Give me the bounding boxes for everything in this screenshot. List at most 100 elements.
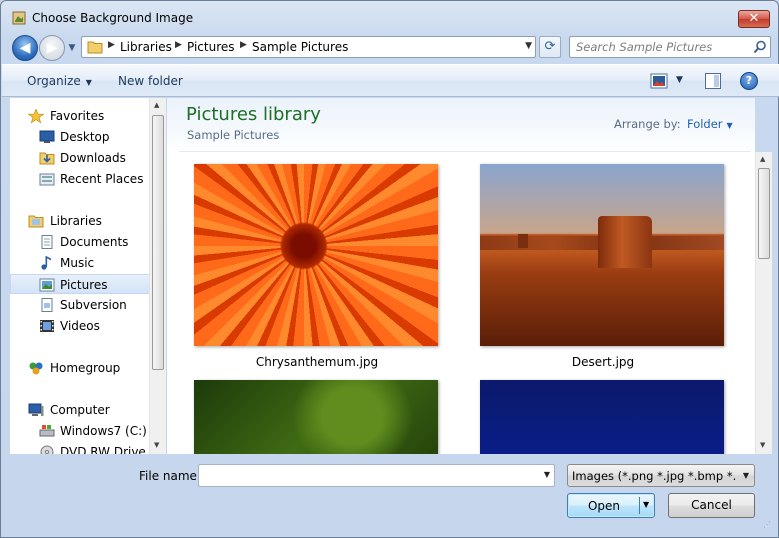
sidebar-item-label: Libraries: [50, 214, 102, 228]
search-input[interactable]: [576, 39, 746, 55]
image-thumbnail[interactable]: [194, 164, 438, 346]
sidebar-item-label: Windows7 (C:): [60, 424, 147, 438]
scroll-up-icon[interactable]: ▲: [154, 101, 159, 109]
file-type-value: Images (*.png *.jpg *.bmp *.gif: [572, 469, 736, 483]
dvd-drive-icon: [40, 445, 54, 454]
subversion-icon: [41, 298, 53, 312]
sidebar-item-music[interactable]: Music: [10, 253, 150, 273]
breadcrumb-sample-pictures[interactable]: Sample Pictures: [252, 40, 348, 54]
new-folder-button[interactable]: New folder: [118, 74, 183, 88]
chevron-down-icon: ▼: [68, 43, 76, 53]
breadcrumb-separator-icon[interactable]: ▶: [175, 40, 182, 50]
sidebar-item-subversion[interactable]: Subversion: [10, 295, 150, 315]
sidebar-item-pictures[interactable]: Pictures: [10, 274, 150, 294]
file-item-chrysanthemum[interactable]: [194, 164, 440, 346]
breadcrumb-libraries[interactable]: Libraries: [120, 40, 172, 54]
scrollbar-thumb[interactable]: [152, 115, 164, 370]
file-item-hydrangeas[interactable]: [194, 380, 440, 454]
sidebar-item-computer[interactable]: Computer: [10, 400, 150, 420]
forward-button[interactable]: ▶: [39, 35, 65, 61]
sidebar-item-desktop[interactable]: Desktop: [10, 127, 150, 147]
app-icon: [12, 11, 26, 25]
image-thumbnail[interactable]: [480, 164, 724, 346]
sidebar-item-label: Pictures: [60, 278, 108, 292]
refresh-button[interactable]: ⟳: [539, 36, 561, 58]
command-bar: Organize ▼ New folder ▼ ?: [2, 64, 779, 97]
open-options-dropdown-icon[interactable]: ▼: [643, 500, 649, 509]
breadcrumb-pictures[interactable]: Pictures: [187, 40, 235, 54]
chevron-down-icon: ▼: [85, 78, 92, 87]
breadcrumb-separator-icon[interactable]: ▶: [108, 40, 115, 50]
forward-arrow-icon: ▶: [46, 40, 58, 56]
sidebar-item-homegroup[interactable]: Homegroup: [10, 358, 150, 378]
recent-places-icon: [39, 173, 55, 186]
downloads-folder-icon: [39, 152, 55, 165]
split-divider: [639, 497, 640, 514]
cancel-button[interactable]: Cancel: [668, 493, 755, 518]
refresh-icon: ⟳: [544, 39, 556, 54]
arrange-by-label: Arrange by:: [614, 117, 681, 131]
search-icon[interactable]: [753, 40, 767, 54]
sidebar-item-label: Music: [60, 256, 95, 270]
sidebar-item-label: Homegroup: [50, 361, 121, 375]
library-header: Pictures library Sample Pictures Arrange…: [167, 98, 755, 150]
scroll-down-icon[interactable]: ▼: [154, 441, 159, 449]
chevron-down-icon[interactable]: ▼: [544, 470, 550, 479]
close-button[interactable]: ✕: [738, 10, 770, 28]
navigation-scrollbar[interactable]: ▲ ▼: [149, 98, 166, 454]
image-thumbnail[interactable]: [194, 380, 438, 454]
sidebar-item-label: Downloads: [60, 151, 126, 165]
sidebar-item-dvd-drive[interactable]: DVD RW Drive (E:: [10, 442, 165, 454]
preview-pane-icon[interactable]: [705, 73, 721, 89]
open-button-label: Open: [587, 499, 621, 513]
file-item-desert[interactable]: [480, 164, 726, 346]
organize-button[interactable]: Organize ▼: [27, 74, 92, 88]
sidebar-item-label: Subversion: [60, 298, 127, 312]
chevron-down-icon: ▼: [742, 471, 749, 480]
drive-icon: [39, 425, 55, 437]
sidebar-item-videos[interactable]: Videos: [10, 316, 150, 336]
sidebar-item-label: Documents: [60, 235, 129, 249]
address-dropdown-icon[interactable]: ▼: [525, 41, 532, 51]
homegroup-icon: [29, 362, 43, 375]
sidebar-item-favorites[interactable]: Favorites: [10, 106, 150, 126]
file-name-label[interactable]: Desert.jpg: [480, 355, 726, 369]
file-name-label[interactable]: Chrysanthemum.jpg: [194, 355, 440, 369]
file-name-combobox[interactable]: ▼: [198, 464, 555, 487]
sidebar-item-windows7-drive[interactable]: Windows7 (C:): [10, 421, 150, 441]
computer-icon: [28, 403, 44, 416]
file-item-jellyfish[interactable]: [480, 380, 726, 454]
file-type-select[interactable]: Images (*.png *.jpg *.bmp *.gif ▼: [567, 464, 755, 487]
resize-grip-icon[interactable]: ⋰: [763, 521, 775, 535]
open-button[interactable]: Open ▼: [567, 493, 655, 518]
scroll-down-icon[interactable]: ▼: [760, 441, 765, 449]
image-thumbnail[interactable]: [480, 380, 724, 454]
folder-icon: [87, 41, 103, 54]
arrange-by-value: Folder: [687, 117, 723, 131]
sidebar-item-downloads[interactable]: Downloads: [10, 148, 150, 168]
help-button[interactable]: ?: [740, 72, 758, 90]
change-view-icon[interactable]: [650, 73, 668, 89]
sidebar-item-documents[interactable]: Documents: [10, 232, 150, 252]
file-list-scrollbar[interactable]: ▲ ▼: [755, 152, 772, 454]
arrange-by-dropdown[interactable]: Folder ▼: [687, 117, 733, 131]
back-button[interactable]: ◀: [12, 35, 38, 61]
sidebar-item-libraries[interactable]: Libraries: [10, 211, 150, 231]
file-name-input[interactable]: [203, 468, 523, 484]
library-title: Pictures library: [186, 104, 321, 125]
scrollbar-thumb[interactable]: [758, 168, 770, 259]
scroll-up-icon[interactable]: ▲: [760, 155, 765, 163]
window-title: Choose Background Image: [32, 11, 194, 25]
videos-icon: [40, 320, 54, 332]
breadcrumb-separator-icon[interactable]: ▶: [240, 40, 247, 50]
file-list-pane: Pictures library Sample Pictures Arrange…: [167, 98, 755, 454]
desktop-icon: [39, 130, 55, 143]
sidebar-item-label: Computer: [50, 403, 110, 417]
search-box[interactable]: [569, 36, 771, 58]
sidebar-item-recent-places[interactable]: Recent Places: [10, 169, 150, 189]
star-icon: [28, 109, 44, 123]
library-icon: [28, 215, 44, 228]
recent-locations-button[interactable]: ▼: [66, 42, 78, 54]
view-options-dropdown-icon[interactable]: ▼: [676, 75, 683, 85]
address-bar[interactable]: ▶ Libraries ▶ Pictures ▶ Sample Pictures…: [81, 36, 536, 58]
